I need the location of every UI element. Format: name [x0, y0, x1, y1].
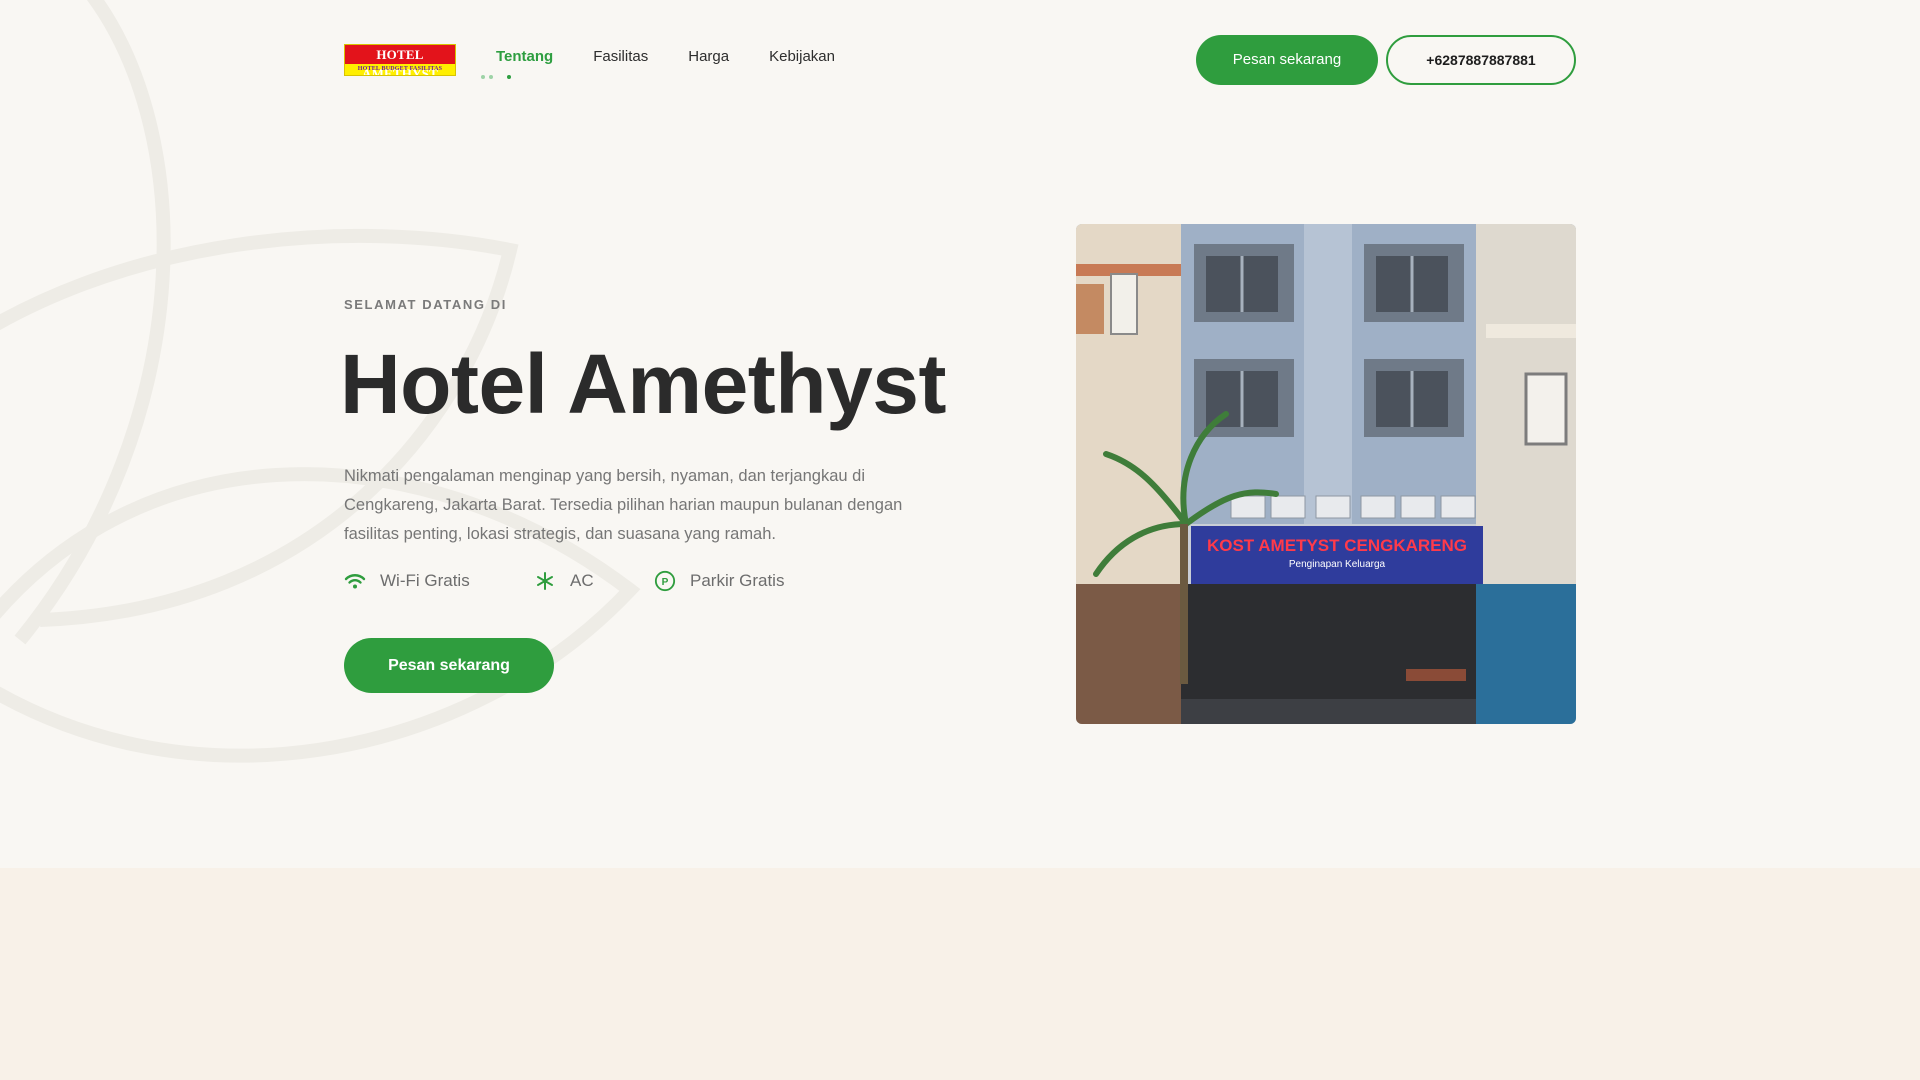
- banner-text: KOST AMETYST CENGKARENG: [1207, 536, 1467, 555]
- hero-book-button[interactable]: Pesan sekarang: [344, 638, 554, 693]
- main-nav: Tentang Fasilitas Harga Kebijakan: [496, 48, 835, 65]
- snowflake-icon: [534, 570, 556, 592]
- active-nav-indicator: [481, 75, 511, 79]
- indicator-dot: [489, 75, 493, 79]
- indicator-dot-active: [507, 75, 511, 79]
- feature-label: AC: [570, 571, 594, 590]
- nav-item-tentang[interactable]: Tentang: [496, 48, 553, 65]
- indicator-dot: [481, 75, 485, 79]
- parking-icon: P: [654, 570, 676, 592]
- feature-parking: P Parkir Gratis: [654, 570, 784, 592]
- feature-label: Wi-Fi Gratis: [380, 571, 470, 590]
- nav-item-kebijakan[interactable]: Kebijakan: [769, 48, 835, 65]
- wifi-icon: [344, 570, 366, 592]
- feature-wifi: Wi-Fi Gratis: [344, 570, 534, 592]
- banner-subtext: Penginapan Keluarga: [1289, 559, 1386, 570]
- feature-label: Parkir Gratis: [690, 571, 785, 590]
- logo-title: HOTEL AMETHYST: [345, 45, 455, 75]
- hotel-building-photo: KOST AMETYST CENGKARENG Penginapan Kelua…: [1076, 224, 1576, 724]
- nav-item-harga[interactable]: Harga: [688, 48, 729, 65]
- header-book-button[interactable]: Pesan sekarang: [1196, 35, 1378, 85]
- site-header: HOTEL AMETHYST HOTEL BUDGET FASILITAS BI…: [0, 0, 1920, 120]
- hotel-logo[interactable]: HOTEL AMETHYST HOTEL BUDGET FASILITAS BI…: [344, 44, 456, 76]
- feature-ac: AC: [534, 570, 654, 592]
- phone-button[interactable]: +6287887887881: [1386, 35, 1576, 85]
- logo-tagline: HOTEL BUDGET FASILITAS BINTANG 5: [357, 66, 443, 72]
- lower-section-band: [0, 868, 1920, 1080]
- nav-item-fasilitas[interactable]: Fasilitas: [593, 48, 648, 65]
- feature-list: Wi-Fi Gratis AC P Parkir Gratis: [344, 570, 784, 592]
- hero-description: Nikmati pengalaman menginap yang bersih,…: [344, 467, 903, 543]
- hero-eyebrow: SELAMAT DATANG DI: [344, 297, 507, 312]
- svg-text:P: P: [662, 577, 669, 588]
- hero-title: Hotel Amethyst: [340, 337, 946, 431]
